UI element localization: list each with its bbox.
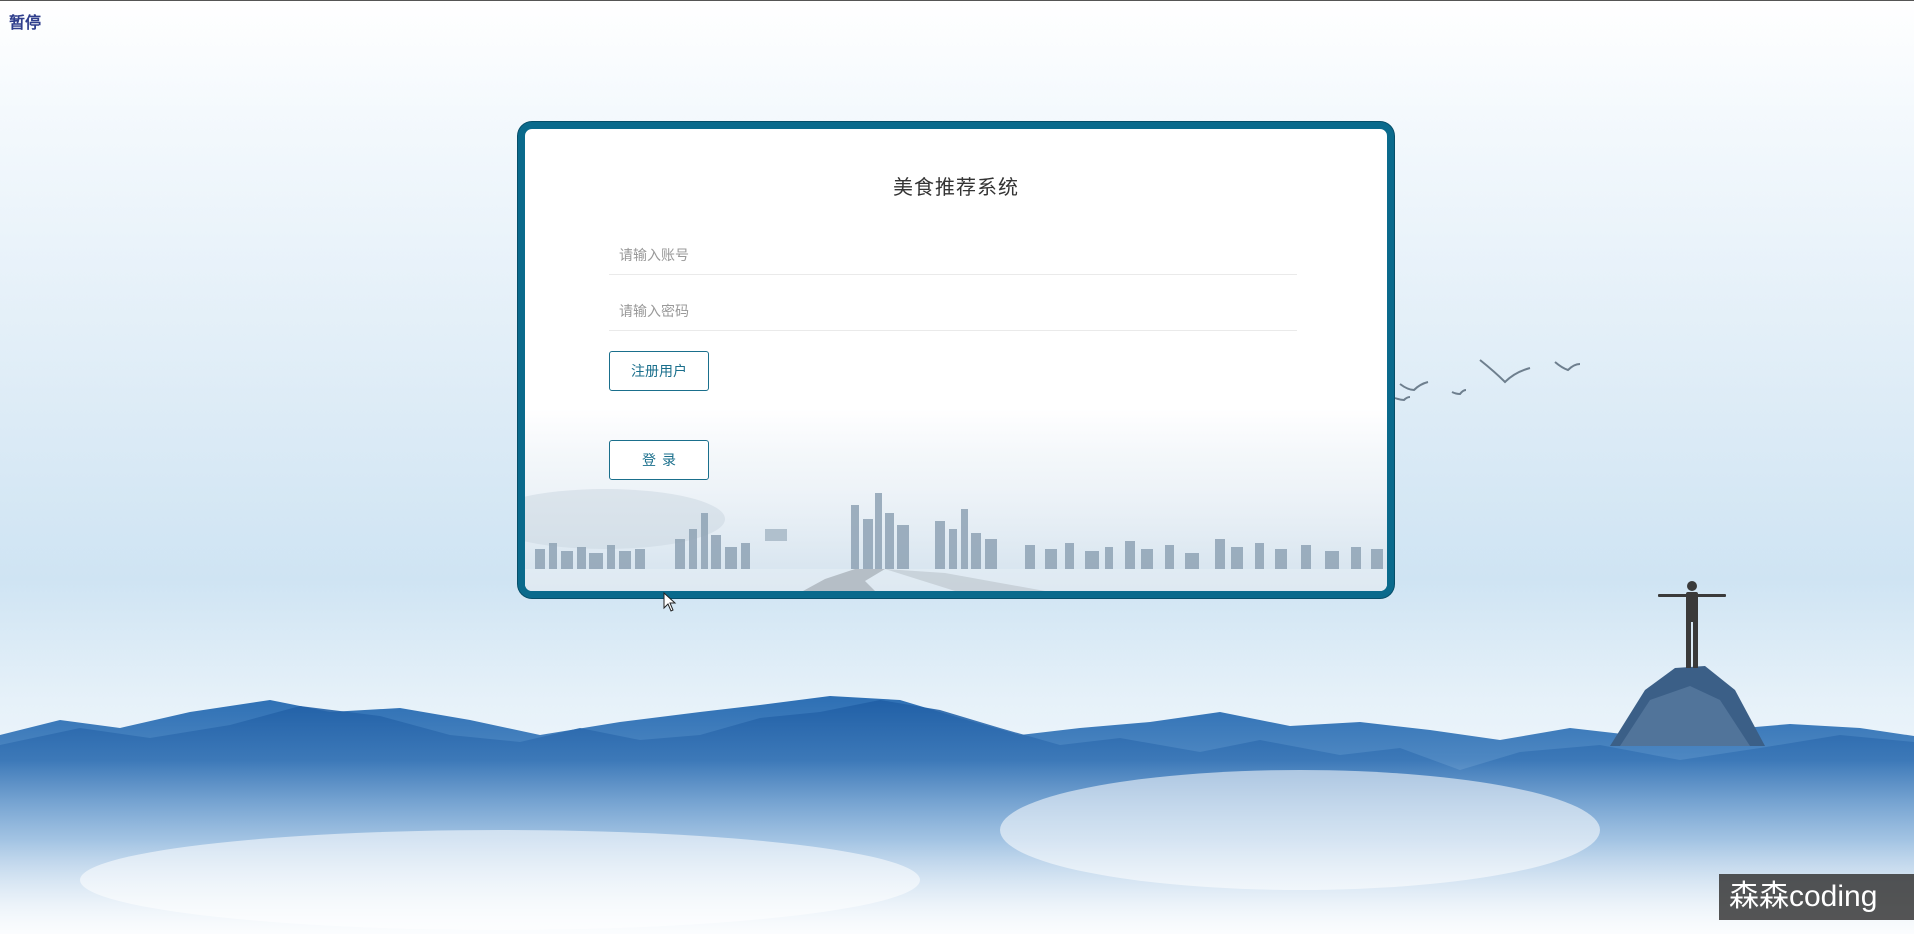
login-card: 美食推荐系统 注册用户 登录 bbox=[518, 122, 1394, 598]
watermark-label: 森森coding bbox=[1719, 874, 1914, 920]
pause-label: 暂停 bbox=[9, 15, 42, 32]
city-skyline-illustration bbox=[525, 409, 1387, 591]
login-button[interactable]: 登录 bbox=[609, 440, 709, 480]
mouse-cursor-icon bbox=[663, 592, 677, 612]
person-figure bbox=[1658, 581, 1726, 668]
account-input[interactable] bbox=[609, 235, 1297, 275]
password-input[interactable] bbox=[609, 291, 1297, 331]
register-button[interactable]: 注册用户 bbox=[609, 351, 709, 391]
page-title: 美食推荐系统 bbox=[893, 177, 1019, 199]
